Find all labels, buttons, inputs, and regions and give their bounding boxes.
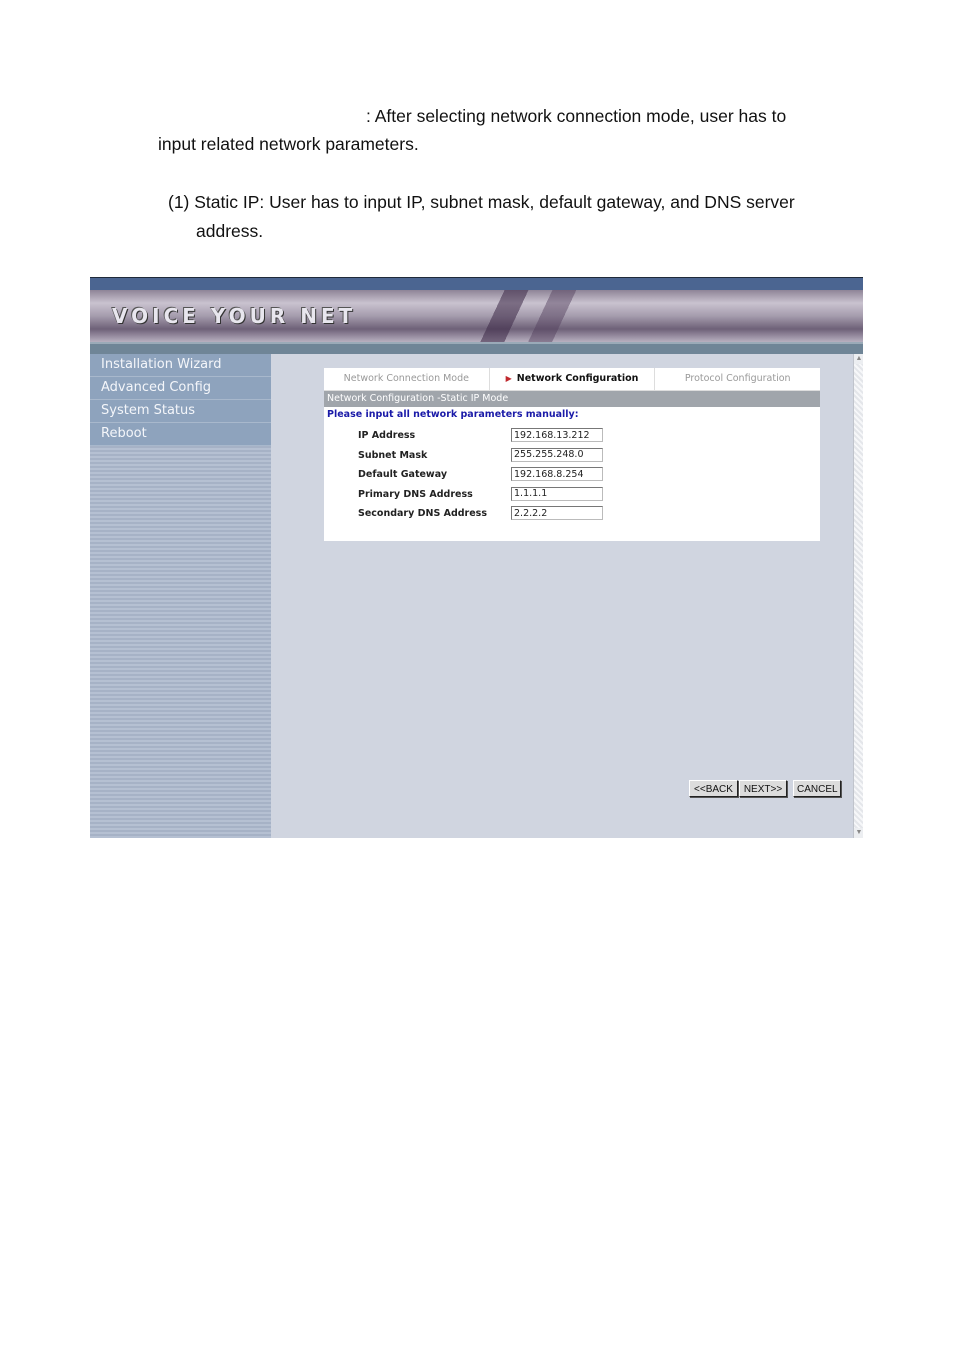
default-gateway-input[interactable] — [511, 467, 603, 481]
scroll-down-arrow-icon[interactable]: ▼ — [854, 828, 863, 838]
sidebar-item-reboot[interactable]: Reboot — [90, 423, 271, 446]
sidebar: Installation Wizard Advanced Config Syst… — [90, 354, 271, 838]
step-label: Protocol Configuration — [684, 373, 791, 384]
step-network-configuration: ▶ Network Configuration — [490, 368, 656, 390]
vertical-scrollbar[interactable]: ▲ ▼ — [853, 354, 863, 838]
intro-text-line-1: : After selecting network connection mod… — [366, 106, 787, 126]
step-label: Network Connection Mode — [343, 373, 469, 384]
scroll-up-arrow-icon[interactable]: ▲ — [854, 354, 863, 364]
field-row-default-gateway: Default Gateway — [324, 466, 820, 486]
field-row-ip-address: IP Address — [324, 427, 820, 447]
primary-dns-input[interactable] — [511, 486, 603, 501]
back-button[interactable]: <<BACK — [689, 780, 738, 797]
secondary-dns-input[interactable] — [511, 506, 603, 520]
main-content: Network Connection Mode ▶ Network Configu… — [271, 354, 853, 838]
static-ip-text-line-2: address. — [196, 221, 264, 241]
field-row-secondary-dns: Secondary DNS Address — [324, 505, 820, 525]
step-network-connection-mode: Network Connection Mode — [324, 368, 490, 390]
embedded-screenshot: VOICE YOUR NET Installation Wizard Advan… — [90, 277, 863, 838]
ip-address-input[interactable] — [511, 428, 603, 442]
sidebar-item-installation-wizard[interactable]: Installation Wizard — [90, 354, 271, 377]
sidebar-item-advanced-config[interactable]: Advanced Config — [90, 377, 271, 400]
banner-logo-text: VOICE YOUR NET — [112, 304, 357, 328]
next-button[interactable]: NEXT>> — [739, 780, 787, 797]
intro-text-line-2: input related network parameters. — [158, 134, 419, 154]
primary-dns-label: Primary DNS Address — [358, 488, 473, 500]
step-protocol-configuration: Protocol Configuration — [655, 368, 820, 390]
sidebar-item-system-status[interactable]: System Status — [90, 400, 271, 423]
banner: VOICE YOUR NET — [90, 290, 863, 342]
field-row-primary-dns: Primary DNS Address — [324, 486, 820, 506]
ip-address-label: IP Address — [358, 430, 416, 441]
default-gateway-label: Default Gateway — [358, 469, 448, 480]
field-row-subnet-mask: Subnet Mask — [324, 447, 820, 467]
section-header: Network Configuration -Static IP Mode — [324, 391, 820, 407]
step-label: Network Configuration — [516, 373, 639, 384]
secondary-dns-label: Secondary DNS Address — [358, 508, 487, 519]
current-step-arrow-icon: ▶ — [505, 374, 512, 383]
wizard-panel: Network Connection Mode ▶ Network Configu… — [324, 368, 820, 541]
wizard-steps: Network Connection Mode ▶ Network Configu… — [324, 368, 820, 391]
subnet-mask-input[interactable] — [511, 447, 603, 462]
instruction-text: Please input all network parameters manu… — [327, 409, 579, 420]
top-bar — [90, 277, 863, 291]
subnet-mask-label: Subnet Mask — [358, 449, 428, 461]
static-ip-text-line-1: (1) Static IP: User has to input IP, sub… — [168, 192, 795, 212]
cancel-button[interactable]: CANCEL — [793, 780, 841, 797]
